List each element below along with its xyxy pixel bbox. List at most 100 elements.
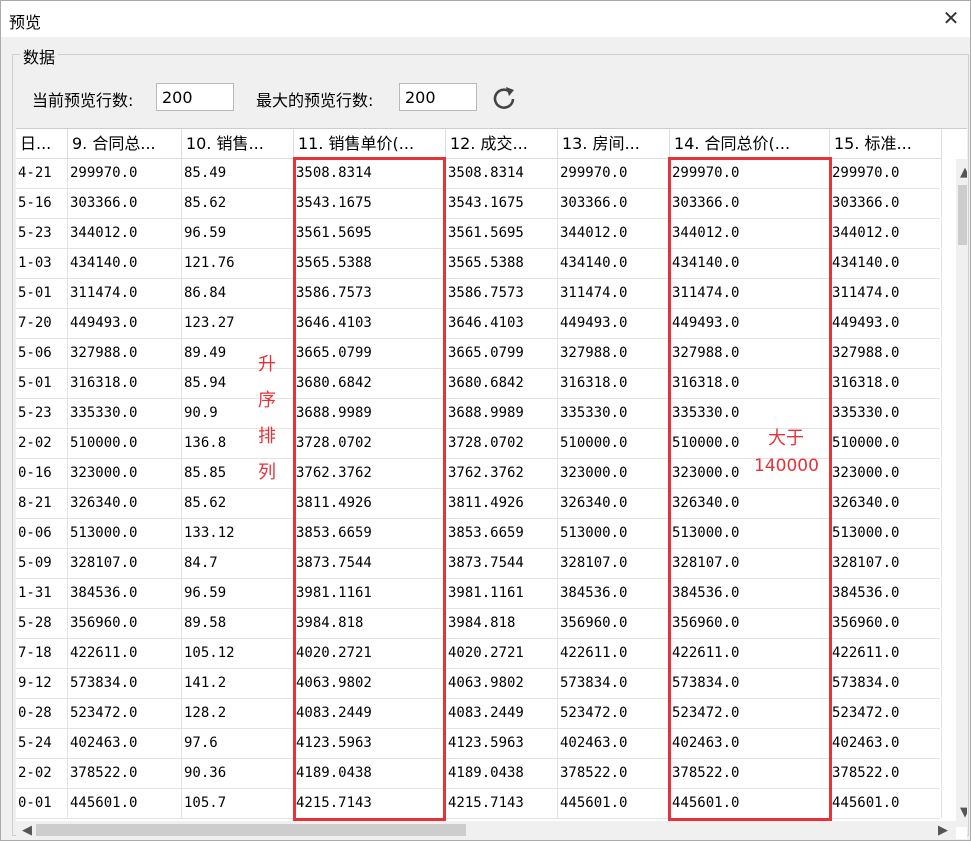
data-table: 日... 9. 合同总... 10. 销售... 11. 销售单价(... 12. 成交… <box>16 128 967 839</box>
column-header[interactable]: 12. 成交... <box>446 129 558 159</box>
table-cell: 85.85 <box>182 459 294 488</box>
table-cell: 326340.0 <box>830 489 942 518</box>
table-row[interactable]: 1-03 434140.0 121.76 3565.5388 3565.5388 4341… <box>16 249 942 279</box>
table-cell: 356960.0 <box>68 609 182 638</box>
close-button[interactable]: ✕ <box>938 5 964 31</box>
table-cell: 335330.0 <box>558 399 670 428</box>
table-cell: 422611.0 <box>670 639 830 668</box>
table-cell: 326340.0 <box>670 489 830 518</box>
table-cell: 573834.0 <box>830 669 942 698</box>
table-row[interactable]: 5-28 356960.0 89.58 3984.818 3984.818 356960.… <box>16 609 942 639</box>
table-cell: 3873.7544 <box>294 549 446 578</box>
table-cell: 326340.0 <box>558 489 670 518</box>
table-cell: 422611.0 <box>68 639 182 668</box>
table-cell: 335330.0 <box>830 399 942 428</box>
table-cell: 3811.4926 <box>446 489 558 518</box>
table-cell: 2-02 <box>16 429 68 458</box>
refresh-icon[interactable] <box>490 84 518 112</box>
scroll-left-icon[interactable]: ◀ <box>18 823 36 838</box>
table-row[interactable]: 5-23 344012.0 96.59 3561.5695 3561.5695 34401… <box>16 219 942 249</box>
max-rows-label: 最大的预览行数: <box>256 91 374 110</box>
table-row[interactable]: 0-28 523472.0 128.2 4083.2449 4083.2449 52347… <box>16 699 942 729</box>
table-cell: 384536.0 <box>670 579 830 608</box>
table-cell: 303366.0 <box>830 189 942 218</box>
table-cell: 3665.0799 <box>294 339 446 368</box>
table-cell: 523472.0 <box>558 699 670 728</box>
table-cell: 422611.0 <box>830 639 942 668</box>
table-cell: 299970.0 <box>68 159 182 188</box>
column-header[interactable]: 15. 标准... <box>830 129 942 159</box>
table-cell: 5-23 <box>16 399 68 428</box>
max-rows-input[interactable]: 200 <box>399 83 477 111</box>
table-row[interactable]: 1-31 384536.0 96.59 3981.1161 3981.1161 38453… <box>16 579 942 609</box>
table-cell: 105.12 <box>182 639 294 668</box>
table-cell: 4123.5963 <box>446 729 558 758</box>
table-cell: 402463.0 <box>558 729 670 758</box>
table-row[interactable]: 5-01 316318.0 85.94 3680.6842 3680.6842 31631… <box>16 369 942 399</box>
table-cell: 0-28 <box>16 699 68 728</box>
table-row[interactable]: 8-21 326340.0 85.62 3811.4926 3811.4926 32634… <box>16 489 942 519</box>
table-cell: 328107.0 <box>670 549 830 578</box>
table-cell: 8-21 <box>16 489 68 518</box>
table-cell: 344012.0 <box>830 219 942 248</box>
horizontal-scroll-thumb[interactable] <box>36 824 466 836</box>
table-cell: 85.62 <box>182 489 294 518</box>
table-cell: 3646.4103 <box>294 309 446 338</box>
table-row[interactable]: 5-01 311474.0 86.84 3586.7573 3586.7573 31147… <box>16 279 942 309</box>
table-cell: 356960.0 <box>670 609 830 638</box>
table-cell: 303366.0 <box>670 189 830 218</box>
table-row[interactable]: 5-06 327988.0 89.49 3665.0799 3665.0799 32798… <box>16 339 942 369</box>
table-row[interactable]: 5-16 303366.0 85.62 3543.1675 3543.1675 30336… <box>16 189 942 219</box>
table-cell: 5-06 <box>16 339 68 368</box>
table-cell: 335330.0 <box>68 399 182 428</box>
column-header[interactable]: 10. 销售... <box>182 129 294 159</box>
table-row[interactable]: 4-21 299970.0 85.49 3508.8314 3508.8314 29997… <box>16 159 942 189</box>
table-cell: 445601.0 <box>558 789 670 818</box>
table-cell: 4020.2721 <box>294 639 446 668</box>
table-cell: 4215.7143 <box>446 789 558 818</box>
window-title: 预览 <box>9 13 42 32</box>
table-cell: 4083.2449 <box>446 699 558 728</box>
column-header[interactable]: 14. 合同总价(... <box>670 129 830 159</box>
table-row[interactable]: 2-02 378522.0 90.36 4189.0438 4189.0438 37852… <box>16 759 942 789</box>
table-cell: 89.58 <box>182 609 294 638</box>
table-cell: 4189.0438 <box>294 759 446 788</box>
table-cell: 402463.0 <box>670 729 830 758</box>
table-cell: 356960.0 <box>830 609 942 638</box>
horizontal-scrollbar[interactable]: ◀ ▶ <box>16 821 956 839</box>
table-row[interactable]: 7-20 449493.0 123.27 3646.4103 3646.4103 4494… <box>16 309 942 339</box>
table-cell: 316318.0 <box>68 369 182 398</box>
current-rows-input[interactable]: 200 <box>156 83 234 111</box>
scroll-down-icon[interactable]: ▼ <box>956 805 967 820</box>
table-row[interactable]: 0-01 445601.0 105.7 4215.7143 4215.7143 44560… <box>16 789 942 819</box>
table-cell: 3680.6842 <box>294 369 446 398</box>
table-cell: 523472.0 <box>670 699 830 728</box>
table-cell: 3853.6659 <box>446 519 558 548</box>
table-row[interactable]: 7-18 422611.0 105.12 4020.2721 4020.2721 4226… <box>16 639 942 669</box>
table-cell: 3646.4103 <box>446 309 558 338</box>
table-row[interactable]: 5-09 328107.0 84.7 3873.7544 3873.7544 328107… <box>16 549 942 579</box>
table-cell: 90.9 <box>182 399 294 428</box>
table-cell: 121.76 <box>182 249 294 278</box>
table-cell: 323000.0 <box>830 459 942 488</box>
table-cell: 378522.0 <box>558 759 670 788</box>
table-cell: 316318.0 <box>830 369 942 398</box>
scroll-up-icon[interactable]: ▲ <box>956 165 967 180</box>
table-cell: 85.49 <box>182 159 294 188</box>
table-cell: 89.49 <box>182 339 294 368</box>
table-row[interactable]: 9-12 573834.0 141.2 4063.9802 4063.9802 57383… <box>16 669 942 699</box>
column-header[interactable]: 11. 销售单价(... <box>294 129 446 159</box>
table-cell: 303366.0 <box>558 189 670 218</box>
column-header[interactable]: 13. 房间... <box>558 129 670 159</box>
vertical-scrollbar[interactable]: ▲ ▼ <box>956 159 967 827</box>
table-cell: 326340.0 <box>68 489 182 518</box>
scroll-right-icon[interactable]: ▶ <box>934 823 952 838</box>
table-row[interactable]: 5-24 402463.0 97.6 4123.5963 4123.5963 402463… <box>16 729 942 759</box>
column-header[interactable]: 日... <box>16 129 68 159</box>
table-cell: 449493.0 <box>670 309 830 338</box>
table-cell: 3981.1161 <box>446 579 558 608</box>
column-header[interactable]: 9. 合同总... <box>68 129 182 159</box>
table-row[interactable]: 0-06 513000.0 133.12 3853.6659 3853.6659 5130… <box>16 519 942 549</box>
table-cell: 4123.5963 <box>294 729 446 758</box>
vertical-scroll-thumb[interactable] <box>958 185 967 245</box>
